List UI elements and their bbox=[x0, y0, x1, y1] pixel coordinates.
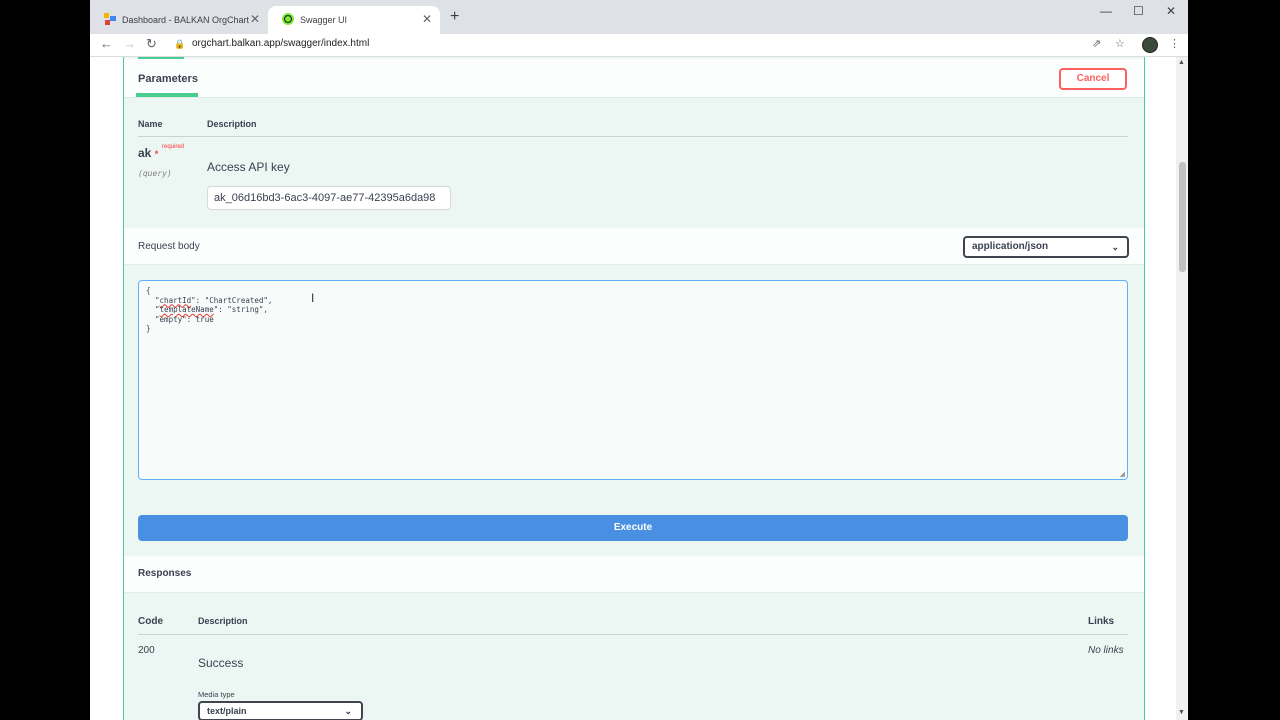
tab-title: Swagger UI bbox=[300, 15, 348, 25]
balkan-favicon-icon bbox=[104, 13, 116, 25]
bookmark-star-icon[interactable]: ☆ bbox=[1115, 37, 1125, 50]
forward-icon[interactable]: → bbox=[123, 36, 136, 51]
maximize-icon[interactable]: ☐ bbox=[1133, 4, 1144, 18]
response-code: 200 bbox=[138, 645, 155, 656]
scroll-down-icon[interactable]: ▼ bbox=[1178, 709, 1185, 716]
tab-close-icon[interactable]: ✕ bbox=[250, 12, 260, 26]
address-bar[interactable]: 🔒 orgchart.balkan.app/swagger/index.html bbox=[168, 35, 1108, 53]
col-header-description: Description bbox=[207, 119, 257, 129]
col-header-name: Name bbox=[138, 119, 163, 129]
new-tab-icon[interactable]: + bbox=[450, 8, 459, 26]
response-description: Success bbox=[198, 656, 244, 670]
col-header-code: Code bbox=[138, 616, 163, 627]
media-type-value: text/plain bbox=[207, 706, 247, 716]
minimize-icon[interactable]: — bbox=[1100, 4, 1112, 18]
tab-swagger[interactable]: Swagger UI ✕ bbox=[268, 6, 440, 34]
content-type-value: application/json bbox=[972, 241, 1049, 252]
tab-dashboard[interactable]: Dashboard - BALKAN OrgChart ✕ bbox=[90, 6, 268, 34]
operation-block: Parameters Cancel Name Description ak * … bbox=[123, 57, 1145, 720]
tab-strip: Dashboard - BALKAN OrgChart ✕ Swagger UI… bbox=[90, 0, 1188, 34]
tab-title: Dashboard - BALKAN OrgChart bbox=[122, 15, 250, 25]
param-description: Access API key bbox=[207, 160, 290, 174]
url-text: orgchart.balkan.app/swagger/index.html bbox=[192, 38, 370, 49]
lock-icon: 🔒 bbox=[174, 39, 186, 49]
profile-avatar[interactable] bbox=[1142, 37, 1158, 53]
swagger-favicon-icon bbox=[282, 13, 294, 25]
divider bbox=[138, 136, 1128, 137]
tab-close-icon[interactable]: ✕ bbox=[422, 12, 432, 26]
request-body-editor[interactable]: { "chartId": "ChartCreated", "templateNa… bbox=[138, 280, 1128, 480]
browser-menu-icon[interactable]: ⋮ bbox=[1169, 37, 1180, 50]
back-icon[interactable]: ← bbox=[100, 36, 113, 51]
reload-icon[interactable]: ↻ bbox=[146, 36, 157, 52]
cancel-button[interactable]: Cancel bbox=[1059, 68, 1127, 90]
page-scrollbar[interactable]: ▲ ▼ bbox=[1176, 57, 1188, 720]
responses-header: Responses bbox=[124, 556, 1144, 593]
divider bbox=[138, 634, 1128, 635]
swagger-page: Parameters Cancel Name Description ak * … bbox=[90, 57, 1176, 720]
window-close-icon[interactable]: ✕ bbox=[1166, 4, 1176, 18]
request-body-code: { "chartId": "ChartCreated", "templateNa… bbox=[146, 286, 273, 333]
required-star: * bbox=[154, 149, 159, 159]
chevron-down-icon: ⌄ bbox=[344, 706, 352, 716]
col-header-description: Description bbox=[198, 616, 248, 626]
scroll-up-icon[interactable]: ▲ bbox=[1178, 59, 1185, 66]
scrollbar-thumb[interactable] bbox=[1179, 162, 1186, 272]
responses-title: Responses bbox=[138, 568, 192, 579]
open-external-icon[interactable]: ⇗ bbox=[1092, 37, 1101, 50]
media-type-select[interactable]: text/plain ⌄ bbox=[198, 701, 363, 720]
param-location: (query) bbox=[138, 169, 172, 178]
browser-toolbar: ← → ↻ 🔒 orgchart.balkan.app/swagger/inde… bbox=[90, 34, 1188, 57]
param-name: ak * bbox=[138, 146, 159, 160]
media-type-label: Media type bbox=[198, 690, 235, 699]
parameters-tab-underline bbox=[136, 93, 198, 97]
browser-window: Dashboard - BALKAN OrgChart ✕ Swagger UI… bbox=[90, 0, 1188, 720]
parameters-title[interactable]: Parameters bbox=[138, 73, 198, 85]
chevron-down-icon: ⌄ bbox=[1111, 242, 1119, 252]
parameters-header: Parameters Cancel bbox=[124, 59, 1144, 98]
response-links: No links bbox=[1088, 645, 1124, 656]
execute-button[interactable]: Execute bbox=[138, 515, 1128, 541]
request-body-label: Request body bbox=[138, 241, 200, 252]
content-type-select[interactable]: application/json ⌄ bbox=[963, 236, 1129, 258]
col-header-links: Links bbox=[1088, 616, 1115, 627]
resize-handle-icon[interactable]: ◢ bbox=[1120, 470, 1125, 478]
api-key-input[interactable]: ak_06d16bd3-6ac3-4097-ae77-42395a6da98 bbox=[207, 186, 451, 210]
required-label: required bbox=[162, 144, 185, 150]
text-cursor-icon: I bbox=[311, 291, 315, 305]
